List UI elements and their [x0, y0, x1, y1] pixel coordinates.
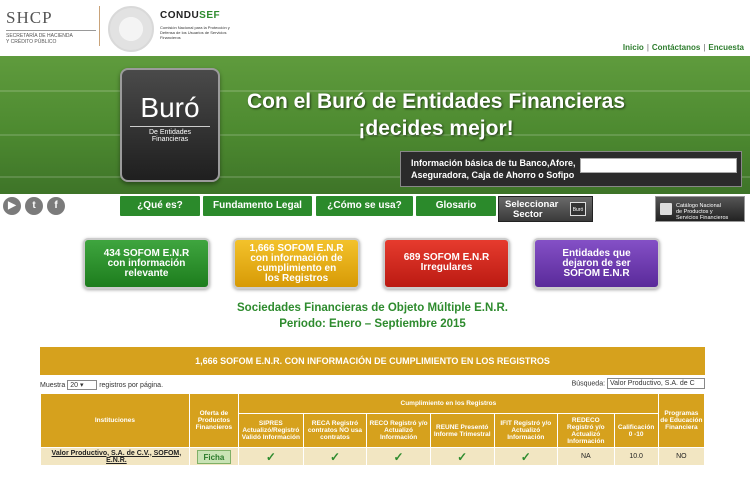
check-icon: ✓ — [520, 449, 531, 464]
social-links: ▶ t f — [3, 197, 65, 215]
entity-search-label-line2: Aseguradora, Caja de Ahorro o Sofipo — [411, 170, 575, 180]
ifit-cell: ✓ — [493, 447, 559, 466]
institution-link[interactable]: Valor Productivo, S.A. de C.V., SOFOM, E… — [40, 447, 190, 466]
youtube-icon[interactable]: ▶ — [3, 197, 21, 215]
page-size-prefix: Muestra — [40, 381, 66, 389]
table-search-control: Búsqueda: Valor Productivo, S.A. de C — [572, 378, 705, 389]
page-size-control: Muestra 20 ▾ registros por página. — [40, 380, 163, 390]
catalogo-line3: Servicios Financieros — [676, 215, 729, 221]
col-group-cumplimiento: Cumplimiento en los Registros — [238, 393, 659, 414]
redeco-cell: NA — [557, 447, 615, 466]
condusef-subtitle: Comisión Nacional para la Protección y D… — [160, 25, 230, 40]
col-ifit[interactable]: IFIT Registró y/o Actualizó Información — [493, 413, 559, 448]
condusef-title: CONDUSEF — [160, 10, 240, 21]
reca-cell: ✓ — [302, 447, 368, 466]
table-search-label: Búsqueda: — [571, 380, 606, 388]
buro-mini-icon: Buró — [570, 202, 586, 216]
check-icon: ✓ — [329, 449, 340, 464]
condusef-title-b: SEF — [199, 10, 221, 21]
shcp-subtitle: SECRETARÍA DE HACIENDA Y CRÉDITO PÚBLICO — [6, 30, 96, 45]
col-reune[interactable]: REUNE Presentó Informe Trimestral — [429, 413, 495, 448]
table-header-row: Instituciones Oferta de Productos Financ… — [40, 393, 706, 448]
table-heading: 1,666 SOFOM E.N.R. CON INFORMACIÓN DE CU… — [40, 347, 705, 375]
nav-glosario[interactable]: Glosario — [416, 196, 496, 216]
col-sipres[interactable]: SIPRES Actualizó/Registró Validó Informa… — [238, 413, 304, 448]
check-icon: ✓ — [457, 449, 468, 464]
table-row: Valor Productivo, S.A. de C.V., SOFOM, E… — [40, 447, 706, 466]
category-line: Irregulares — [420, 262, 473, 273]
shcp-subtitle-line2: Y CRÉDITO PÚBLICO — [6, 39, 57, 45]
entity-search-label-line1: Información básica de tu Banco,Afore, — [411, 158, 576, 168]
nav-como-se-usa[interactable]: ¿Cómo se usa? — [316, 196, 413, 216]
header-divider — [99, 6, 100, 46]
page-size-select[interactable]: 20 ▾ — [67, 380, 98, 390]
col-calificacion[interactable]: Calificación 0 -10 — [613, 413, 659, 448]
link-separator: | — [703, 43, 706, 52]
table-controls: Muestra 20 ▾ registros por página. Búsqu… — [40, 377, 705, 391]
book-icon — [660, 203, 672, 215]
link-encuesta[interactable]: Encuesta — [708, 43, 744, 52]
banner-title-line2: ¡decides mejor! — [358, 117, 514, 140]
sipres-cell: ✓ — [238, 447, 304, 466]
category-line: SOFOM E.N.R — [563, 268, 630, 279]
reco-cell: ✓ — [366, 447, 431, 466]
link-inicio[interactable]: Inicio — [623, 43, 644, 52]
condusef-logo[interactable]: CONDUSEF Comisión Nacional para la Prote… — [160, 10, 240, 40]
col-instituciones[interactable]: Instituciones — [40, 393, 190, 448]
category-line: relevante — [124, 268, 169, 279]
check-icon: ✓ — [393, 449, 404, 464]
buro-logo-word: Buró — [140, 92, 200, 123]
page: SHCP SECRETARÍA DE HACIENDA Y CRÉDITO PÚ… — [0, 0, 750, 497]
reune-cell: ✓ — [429, 447, 495, 466]
category-irregulares[interactable]: 689 SOFOM E.N.R Irregulares — [383, 238, 510, 289]
buro-logo[interactable]: Buró De Entidades Financieras — [120, 68, 220, 182]
category-line: los Registros — [264, 273, 329, 284]
category-cumplimiento-registros[interactable]: 1,666 SOFOM E.N.R con información de cum… — [233, 238, 360, 289]
nav-fundamento-legal[interactable]: Fundamento Legal — [203, 196, 312, 216]
category-dejaron-de-ser[interactable]: Entidades que dejaron de ser SOFOM E.N.R — [533, 238, 660, 289]
top-links: Inicio | Contáctanos | Encuesta — [623, 43, 744, 52]
shcp-title: SHCP — [6, 8, 53, 27]
link-separator: | — [646, 43, 649, 52]
col-redeco[interactable]: REDECO Registró y/o Actualizó Informació… — [557, 413, 615, 448]
page-size-suffix: registros por página. — [99, 381, 164, 389]
col-programas[interactable]: Programas de Educación Financiera — [657, 393, 706, 448]
check-icon: ✓ — [265, 449, 276, 464]
col-reca[interactable]: RECA Registró contratos NO usa contratos — [302, 413, 368, 448]
facebook-icon[interactable]: f — [47, 197, 65, 215]
entity-search-input[interactable] — [580, 158, 737, 173]
score-cell: 10.0 — [613, 447, 659, 466]
entity-search-label: Información básica de tu Banco,Afore, As… — [411, 157, 576, 181]
entity-search-panel: Información básica de tu Banco,Afore, As… — [400, 151, 742, 187]
ficha-button[interactable]: Ficha — [196, 449, 231, 464]
nav-que-es[interactable]: ¿Qué es? — [120, 196, 200, 216]
compliance-table-panel: 1,666 SOFOM E.N.R. CON INFORMACIÓN DE CU… — [40, 347, 706, 466]
condusef-title-a: CONDU — [160, 10, 200, 21]
shcp-logo[interactable]: SHCP SECRETARÍA DE HACIENDA Y CRÉDITO PÚ… — [6, 8, 96, 45]
buro-logo-subtitle: De Entidades Financieras — [130, 126, 210, 143]
banner-title-line1: Con el Buró de Entidades Financieras — [246, 90, 626, 113]
section-title: Sociedades Financieras de Objeto Múltipl… — [237, 302, 508, 314]
category-informacion-relevante[interactable]: 434 SOFOM E.N.R con información relevant… — [83, 238, 210, 289]
national-seal-icon — [108, 6, 154, 52]
programs-cell: NO — [657, 447, 706, 466]
catalogo-nacional-button[interactable]: Catálogo Nacional de Productos y Servici… — [655, 196, 745, 222]
twitter-icon[interactable]: t — [25, 197, 43, 215]
offer-cell: Ficha — [188, 447, 240, 466]
page-size-value: 20 — [70, 382, 79, 389]
table-search-input[interactable]: Valor Productivo, S.A. de C — [607, 378, 705, 389]
section-period: Periodo: Enero – Septiembre 2015 — [279, 318, 466, 330]
col-oferta[interactable]: Oferta de Productos Financieros — [188, 393, 240, 448]
banner-title: Con el Buró de Entidades Financieras ¡de… — [236, 88, 636, 142]
section-heading: Sociedades Financieras de Objeto Múltipl… — [0, 300, 745, 332]
hero-banner: Buró De Entidades Financieras Con el Bur… — [0, 56, 750, 194]
link-contactanos[interactable]: Contáctanos — [652, 43, 700, 52]
select-sector-button[interactable]: Seleccionar Sector Buró — [498, 196, 593, 222]
col-reco[interactable]: RECO Registró y/o Actualizó Información — [366, 413, 431, 448]
compliance-table: Instituciones Oferta de Productos Financ… — [40, 393, 706, 466]
